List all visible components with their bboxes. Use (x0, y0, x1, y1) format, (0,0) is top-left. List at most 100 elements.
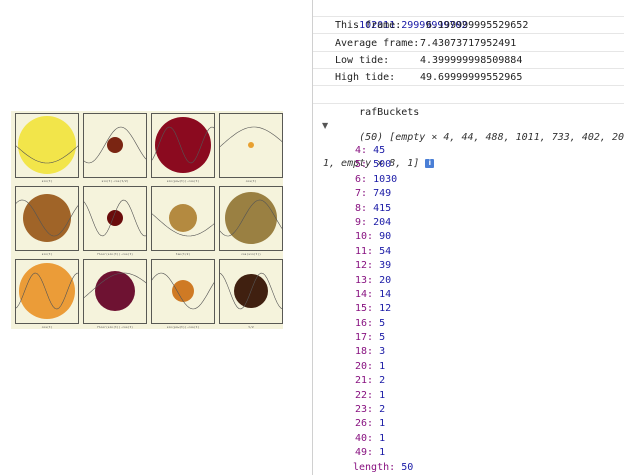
demo-circle (248, 142, 254, 148)
array-entry: 17: 5 (355, 331, 413, 345)
array-entry: 22: 1 (355, 389, 413, 403)
array-entry: 6: 1030 (355, 173, 413, 187)
array-entry-key: 10: (355, 231, 374, 243)
array-entry-value: 90 (379, 231, 392, 243)
array-entry-key: 18: (355, 346, 374, 358)
demo-circle (225, 192, 277, 244)
array-entry: 10: 90 (355, 230, 413, 244)
array-entry: 12: 39 (355, 259, 413, 273)
array-entry: 26: 1 (355, 417, 413, 431)
array-entry: 23: 2 (355, 403, 413, 417)
demo-cell: tan(t/2) (151, 186, 215, 257)
demo-circle (23, 194, 71, 242)
expand-caret-icon[interactable]: ▼ (322, 121, 328, 130)
low-tide-label: Low tide: (335, 55, 390, 66)
low-tide-value: 4.399999998509884 (420, 55, 523, 66)
average-frame-label: Average frame: (335, 38, 420, 49)
demo-cell-label: cos(sin(t)) (241, 252, 261, 256)
array-entry-key: 7: (355, 188, 368, 200)
array-entry: 16: 5 (355, 317, 413, 331)
array-entry-key: 17: (355, 332, 374, 344)
this-frame-value: 6.199999995529652 (426, 20, 529, 31)
array-entry-key: 9: (355, 216, 368, 228)
demo-cell-label: floor(sin(t))·cos(t) (96, 252, 134, 256)
console-log-average-frame: Average frame: 7.43073717952491 (313, 35, 624, 52)
array-entry-value: 5 (379, 317, 386, 329)
console-log-top-value: 102011.29999999702 (313, 0, 624, 31)
array-entry-value: 20 (379, 274, 392, 286)
demo-cell: floor(sin(t))·cos(t) (83, 186, 147, 257)
array-entry-key: 20: (355, 360, 374, 372)
array-entry-key: 16: (355, 317, 374, 329)
demo-cell-label: sin(pow(t))·cos(t) (166, 325, 200, 329)
array-entry-value: 1 (379, 418, 386, 430)
demo-circle (169, 204, 197, 232)
demo-cell-label: sin(t) (41, 252, 53, 256)
array-entry: 7: 749 (355, 187, 413, 201)
high-tide-value: 49.69999999552965 (420, 72, 523, 83)
demo-cell-label: cos(t) (245, 179, 257, 183)
array-entry-key: 11: (355, 245, 374, 257)
array-entry-key: 14: (355, 288, 374, 300)
array-entry-value: 12 (379, 303, 392, 315)
demo-circle (95, 271, 135, 311)
demo-cell-label: tan(t/2) (175, 252, 191, 256)
demo-cell-label: sin(pow(t))·cos(t) (166, 179, 200, 183)
array-entry: 18: 3 (355, 345, 413, 359)
array-entry-value: 204 (373, 216, 392, 228)
array-entry-value: 1 (379, 432, 386, 444)
array-entry-key: 22: (355, 389, 374, 401)
array-entry-key: 40: (355, 432, 374, 444)
demo-circle (18, 116, 76, 174)
rendered-page-pane: sin(t) sin(t)·cos(t/2) sin(pow(t))·cos(t) c… (0, 0, 312, 475)
array-entry-key: 26: (355, 418, 374, 430)
demo-cell: sin(pow(t))·cos(t) (151, 113, 215, 184)
array-entry-value: 1 (379, 360, 386, 372)
array-entry-value: 1 (379, 447, 386, 459)
array-entry-value: 5 (379, 332, 386, 344)
array-entry-key: 8: (355, 202, 368, 214)
demo-cell: sin(t) (15, 113, 79, 184)
array-entry-value: 500 (373, 159, 392, 171)
demo-cell: cos(sin(t)) (219, 186, 283, 257)
demo-cell-label: t/2 (248, 325, 254, 329)
array-entry-value: 1 (379, 389, 386, 401)
demo-cell: sin(t)·cos(t/2) (83, 113, 147, 184)
array-entry-key: 4: (355, 145, 368, 156)
demo-circle (107, 137, 123, 153)
demo-cell: cos(t) (219, 113, 283, 184)
console-log-low-tide: Low tide: 4.399999998509884 (313, 52, 624, 69)
demo-cell-label: cos(t) (41, 325, 53, 329)
array-entry-key: 15: (355, 303, 374, 315)
array-entry: 20: 1 (355, 360, 413, 374)
array-entry-value: 749 (373, 188, 392, 200)
info-icon[interactable]: i (425, 158, 435, 168)
array-entry: 21: 2 (355, 374, 413, 388)
array-entry: 13: 20 (355, 274, 413, 288)
demo-cell: sin(pow(t))·cos(t) (151, 259, 215, 330)
array-entry: 9: 204 (355, 216, 413, 230)
average-frame-value: 7.43073717952491 (420, 38, 517, 49)
devtools-console: 102011.29999999702 This frame: 6.19999999… (313, 0, 624, 475)
array-preview-line1: (50) [empty × 4, 44, 488, 1011, 733, 402… (359, 132, 624, 143)
demo-cell-label: floor(sin(t))·cos(t) (96, 325, 134, 329)
array-entry-value: 14 (379, 288, 392, 300)
array-entry-value: 50 (401, 461, 414, 473)
demo-cell: t/2 (219, 259, 283, 330)
console-log-raf-buckets: rafBuckets (313, 87, 624, 118)
demo-grid-thumbnail: sin(t) sin(t)·cos(t/2) sin(pow(t))·cos(t) c… (11, 111, 283, 329)
console-log-high-tide: High tide: 49.69999999552965 (313, 69, 624, 86)
array-entry-key: 21: (355, 375, 374, 387)
array-entry-key: 6: (355, 173, 368, 185)
array-entry-value: 54 (379, 245, 392, 257)
array-entry-value: 1030 (373, 173, 398, 185)
array-entry-value: 2 (379, 404, 386, 416)
console-log-this-frame: This frame: 6.199999995529652 (313, 17, 624, 34)
this-frame-label: This frame: (335, 20, 402, 31)
array-entry-key: 12: (355, 260, 374, 272)
array-entry-key: 23: (355, 404, 374, 416)
array-entry-key: 49: (355, 447, 374, 459)
demo-circle (172, 280, 194, 302)
array-entry: 4: 45 (355, 144, 413, 158)
demo-cell: cos(t) (15, 259, 79, 330)
